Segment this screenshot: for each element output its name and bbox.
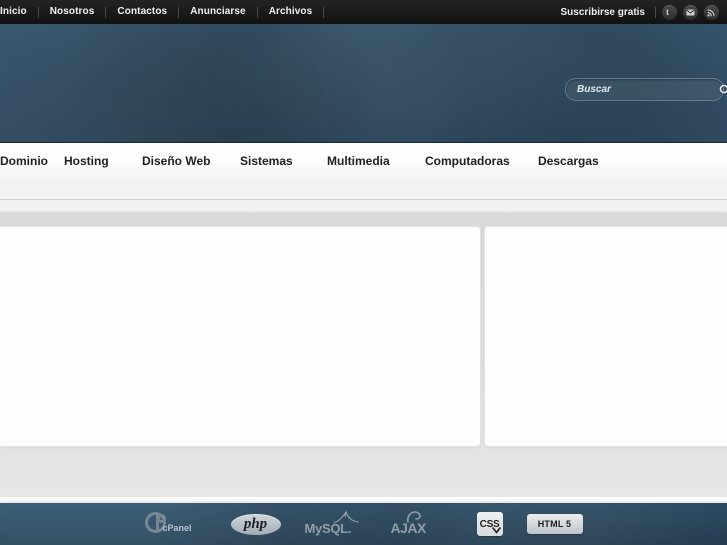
hero-banner <box>0 24 727 142</box>
php-logo[interactable]: php <box>230 513 281 535</box>
top-nav-item-nosotros[interactable]: Nosotros <box>39 0 106 24</box>
css-logo[interactable]: CSS <box>476 512 503 536</box>
search-box[interactable] <box>565 78 727 101</box>
svg-text:t: t <box>666 7 669 17</box>
html5-label: HTML 5 <box>537 519 572 529</box>
top-nav-item-inicio[interactable]: Inicio <box>0 0 38 24</box>
nav-item-multimedia[interactable]: Multimedia <box>327 143 390 179</box>
top-nav-item-anunciarse[interactable]: Anunciarse <box>179 0 256 24</box>
cpanel-dot <box>156 514 166 523</box>
top-bar-right: Suscribirse gratis t <box>551 4 727 20</box>
search-icon <box>719 84 727 93</box>
search-input[interactable] <box>566 84 719 95</box>
nav-item-dominio[interactable]: Dominio <box>0 143 48 179</box>
main-nav-row: Dominio Hosting Diseño Web Sistemas Mult… <box>0 143 727 179</box>
php-label: php <box>243 515 268 532</box>
top-bar: Inicio Nosotros Contactos Anunciarse Arc… <box>0 0 727 24</box>
top-nav-item-archivos[interactable]: Archivos <box>258 0 324 24</box>
nav-item-sistemas[interactable]: Sistemas <box>240 143 293 179</box>
mysql-logo[interactable]: MySQL. <box>304 510 367 536</box>
html5-logo[interactable]: HTML 5 <box>526 514 583 534</box>
nav-separator <box>323 6 325 18</box>
page-root: Inicio Nosotros Contactos Anunciarse Arc… <box>0 0 727 545</box>
email-icon[interactable] <box>683 4 698 20</box>
content-band-top-strip <box>0 178 727 200</box>
nav-item-descargas[interactable]: Descargas <box>538 143 599 179</box>
chevron-down-icon <box>491 527 501 534</box>
twitter-icon[interactable]: t <box>662 4 677 20</box>
footer-logo-strip: cPanel php MySQL. AJAX CSS HTML 5 <box>0 503 727 545</box>
rss-icon[interactable] <box>704 4 719 20</box>
main-content-panel <box>0 226 481 447</box>
nav-item-diseno-web[interactable]: Diseño Web <box>142 143 210 179</box>
nav-separator <box>655 6 656 18</box>
ajax-label: AJAX <box>390 520 427 536</box>
mysql-label: MySQL. <box>304 521 352 536</box>
top-nav-item-contactos[interactable]: Contactos <box>106 0 178 24</box>
cpanel-logo[interactable]: cPanel <box>144 512 207 536</box>
nav-item-computadoras[interactable]: Computadoras <box>425 143 510 179</box>
ajax-logo[interactable]: AJAX <box>390 511 453 536</box>
subscribe-link[interactable]: Suscribirse gratis <box>551 7 655 18</box>
search-button[interactable] <box>719 80 727 99</box>
top-navigation: Inicio Nosotros Contactos Anunciarse Arc… <box>0 0 325 24</box>
main-navigation: Dominio Hosting Diseño Web Sistemas Mult… <box>0 142 727 179</box>
nav-item-hosting[interactable]: Hosting <box>64 143 109 179</box>
cpanel-label: cPanel <box>162 523 192 533</box>
sidebar-panel <box>484 226 727 447</box>
